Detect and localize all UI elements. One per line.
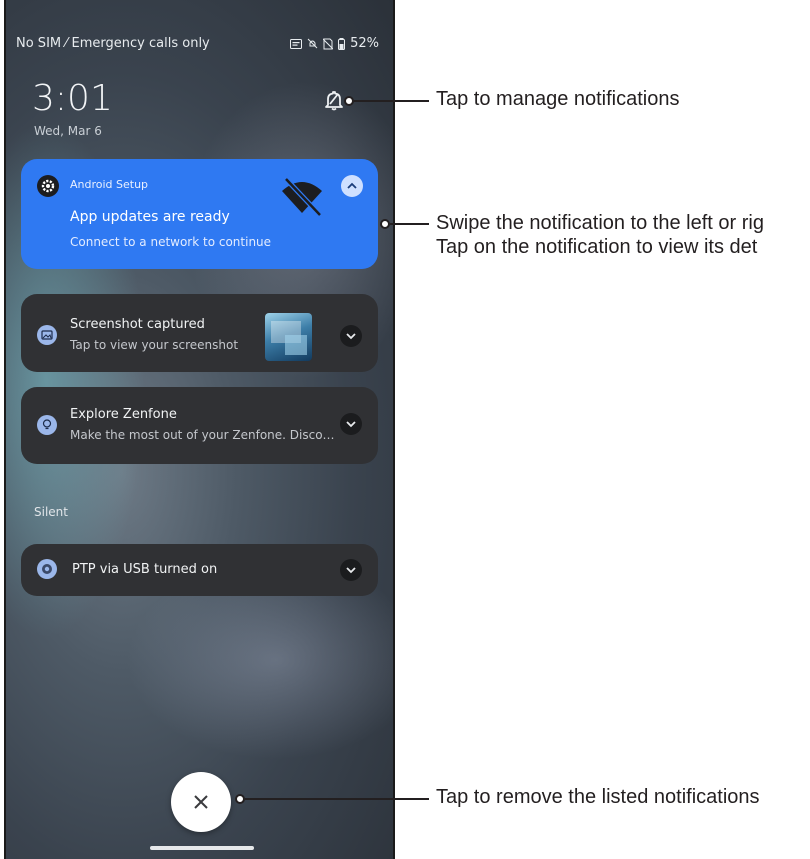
mute-icon [307, 38, 318, 49]
date: Wed, Mar 6 [34, 124, 102, 138]
callout-dot [344, 96, 354, 106]
expand-button[interactable] [340, 559, 362, 581]
notification-android-setup[interactable]: Android Setup App updates are ready Conn… [21, 159, 378, 269]
chevron-down-icon [346, 333, 356, 340]
status-bar: No SIM ⁄ Emergency calls only 52% [16, 36, 383, 52]
close-icon [194, 795, 208, 809]
notification-title: PTP via USB turned on [72, 562, 218, 577]
notification-text: Tap to view your screenshot [70, 338, 239, 352]
notification-screenshot[interactable]: Screenshot captured Tap to view your scr… [21, 294, 378, 372]
collapse-button[interactable] [341, 175, 363, 197]
clear-all-button[interactable] [171, 772, 231, 832]
callout-line [390, 223, 429, 225]
chevron-down-icon [346, 421, 356, 428]
nfc-icon [290, 38, 303, 49]
clock: 3:01 [32, 78, 113, 119]
battery-icon [338, 37, 346, 50]
callout-clear: Tap to remove the listed notifications [436, 786, 760, 808]
lightbulb-icon [37, 415, 57, 435]
callout-swipe-line1: Swipe the notification to the left or ri… [436, 212, 764, 234]
expand-button[interactable] [340, 325, 362, 347]
phone-screen: No SIM ⁄ Emergency calls only 52% 3:01 W… [4, 0, 395, 859]
callout-dot [380, 219, 390, 229]
notification-title: App updates are ready [70, 209, 230, 225]
chevron-down-icon [346, 567, 356, 574]
notification-app-name: Android Setup [70, 178, 149, 191]
notification-explore-zenfone[interactable]: Explore Zenfone Make the most out of you… [21, 387, 378, 464]
usb-icon [37, 559, 57, 579]
callout-manage: Tap to manage notifications [436, 88, 680, 110]
battery-percent: 52% [350, 36, 379, 51]
wifi-off-icon [282, 177, 322, 217]
screenshot-thumbnail[interactable] [265, 313, 312, 361]
status-icons: 52% [290, 36, 379, 51]
chevron-up-icon [347, 182, 357, 189]
notification-title: Screenshot captured [70, 317, 205, 332]
callout-line [354, 100, 429, 102]
notification-title: Explore Zenfone [70, 407, 177, 422]
callout-swipe-line2: Tap on the notification to view its det [436, 236, 758, 258]
image-icon [37, 325, 57, 345]
notification-text: Make the most out of your Zenfone. Disco… [70, 428, 335, 442]
carrier-text: No SIM ⁄ Emergency calls only [16, 36, 210, 51]
callout-dot [235, 794, 245, 804]
callout-line [245, 798, 429, 800]
settings-gear-icon [37, 175, 59, 197]
no-sim-icon [323, 38, 334, 49]
expand-button[interactable] [340, 413, 362, 435]
section-header-silent: Silent [34, 505, 68, 519]
notification-ptp-usb[interactable]: PTP via USB turned on [21, 544, 378, 596]
notification-settings-icon[interactable] [322, 88, 346, 112]
notification-text: Connect to a network to continue [70, 235, 272, 249]
gesture-handle[interactable] [150, 846, 254, 850]
